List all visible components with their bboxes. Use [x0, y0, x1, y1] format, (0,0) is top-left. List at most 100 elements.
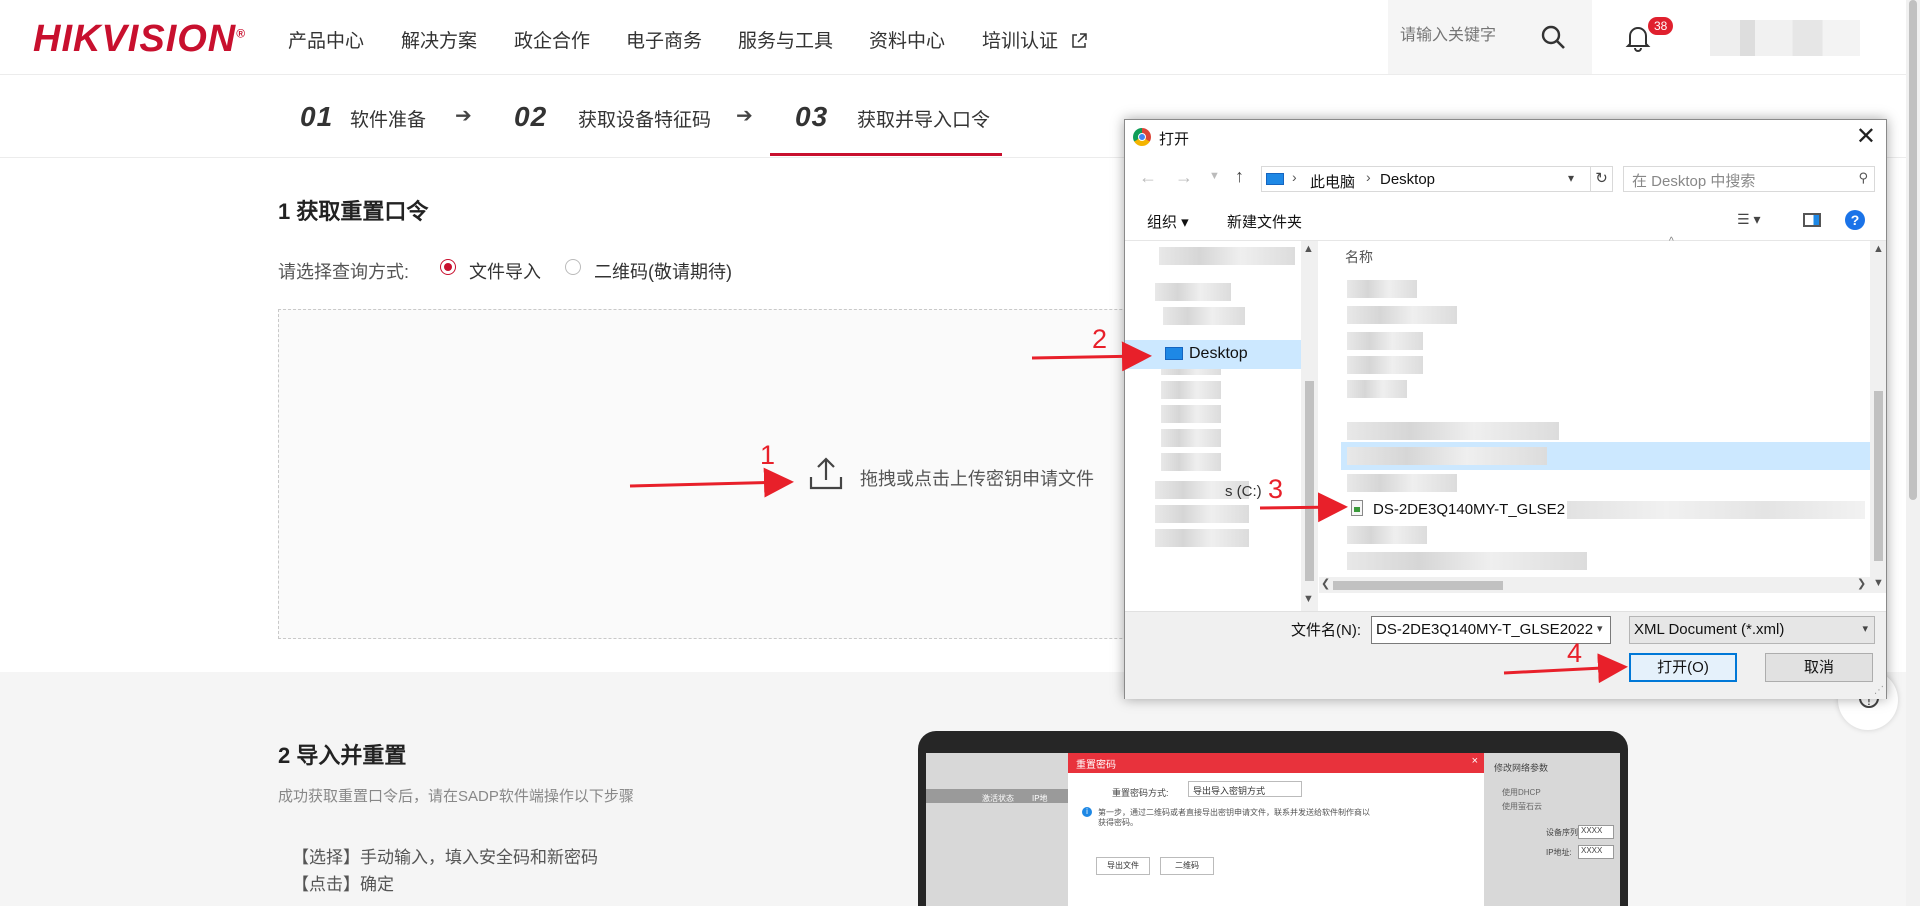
scroll-up-icon[interactable]: ▲ [1303, 243, 1314, 255]
file-list-horizontal-scrollbar[interactable]: ❮ ❯ [1319, 577, 1871, 593]
address-dropdown-icon[interactable]: ▾ [1568, 171, 1574, 185]
logo-registered-mark: ® [236, 26, 247, 41]
filetype-select[interactable]: XML Document (*.xml) ▾ [1629, 616, 1875, 644]
nav-pane-item-blurred[interactable] [1161, 381, 1221, 399]
nav-pane-item-blurred[interactable] [1155, 283, 1231, 301]
file-list-item-blurred[interactable] [1347, 280, 1417, 298]
nav-services-tools[interactable]: 服务与工具 [738, 26, 833, 53]
sadp-method-select: 导出导入密钥方式 [1188, 781, 1302, 797]
breadcrumb-chevron-icon[interactable]: › [1292, 169, 1297, 185]
back-arrow-icon[interactable]: ← [1139, 167, 1157, 188]
file-list-item-blurred[interactable] [1347, 332, 1423, 350]
sadp-description-line-1: 第一步，通过二维码或者直接导出密钥申请文件，联系并发送给软件制作商以 [1098, 808, 1370, 817]
filename-label: 文件名(N): [1291, 622, 1361, 639]
scroll-right-icon[interactable]: ❯ [1857, 577, 1866, 590]
step-1-number: 01 [300, 101, 334, 132]
nav-government[interactable]: 政企合作 [514, 26, 590, 53]
forward-arrow-icon[interactable]: → [1175, 167, 1193, 188]
step-3-label[interactable]: 获取并导入口令 [857, 105, 990, 132]
file-list-item-blurred[interactable] [1347, 306, 1457, 324]
organize-menu-button[interactable]: 组织 ▾ [1147, 211, 1189, 232]
section-2-step-1: 【选择】手动输入，填入安全码和新密码 [292, 848, 598, 867]
sadp-network-title: 修改网络参数 [1494, 763, 1549, 773]
refresh-icon[interactable]: ↻ [1591, 166, 1613, 192]
nav-pane-item-blurred[interactable] [1163, 307, 1245, 325]
nav-pane-drive-c[interactable]: s (C:) [1225, 483, 1262, 500]
column-header-name[interactable]: 名称 [1345, 247, 1373, 267]
dialog-title: 打开 [1159, 131, 1190, 148]
upload-icon[interactable] [808, 455, 844, 491]
nav-pane-item-blurred[interactable] [1161, 429, 1221, 447]
file-list-hscroll-thumb[interactable] [1333, 581, 1503, 590]
step-3-number: 03 [795, 101, 829, 132]
nav-pane-item-blurred[interactable] [1159, 247, 1295, 265]
nav-pane-item-blurred[interactable] [1161, 453, 1221, 471]
cancel-button[interactable]: 取消 [1765, 653, 1873, 682]
nav-products[interactable]: 产品中心 [288, 26, 364, 53]
close-icon[interactable]: ✕ [1856, 122, 1876, 151]
file-list-item-blurred[interactable] [1347, 380, 1407, 398]
search-input[interactable] [1398, 26, 1542, 46]
external-link-icon [1072, 33, 1088, 48]
file-list-item-blurred[interactable] [1347, 422, 1559, 440]
scroll-down-icon[interactable]: ▼ [1873, 577, 1884, 589]
file-list-item-blurred[interactable] [1347, 552, 1587, 570]
file-name-blurred-suffix [1567, 501, 1865, 519]
section-2-subtitle: 成功获取重置口令后，请在SADP软件端操作以下步骤 [278, 788, 634, 805]
filetype-value: XML Document (*.xml) [1634, 621, 1785, 638]
nav-resources[interactable]: 资料中心 [869, 26, 945, 53]
nav-pane-scrollbar[interactable]: ▲ ▼ [1301, 241, 1318, 611]
resize-grip-icon[interactable]: ⋰ [1874, 685, 1884, 696]
up-arrow-icon[interactable]: ↑ [1235, 166, 1244, 187]
user-avatar-blurred[interactable] [1710, 20, 1860, 56]
open-button[interactable]: 打开(O) [1629, 653, 1737, 682]
view-options-icon[interactable]: ☰ ▾ [1737, 211, 1760, 228]
address-bar[interactable]: › 此电脑 › Desktop ▾ [1261, 166, 1591, 192]
step-2-label[interactable]: 获取设备特征码 [578, 105, 711, 132]
monitor-icon [1266, 173, 1284, 185]
breadcrumb-desktop[interactable]: Desktop [1380, 171, 1435, 188]
search-icon[interactable] [1540, 24, 1566, 50]
hikvision-logo[interactable]: HIKVISION® [33, 18, 246, 61]
dropzone-text[interactable]: 拖拽或点击上传密钥申请文件 [860, 465, 1094, 491]
page-scrollbar-thumb[interactable] [1909, 0, 1917, 500]
breadcrumb-this-pc[interactable]: 此电脑 [1310, 171, 1355, 192]
recent-locations-chevron-icon[interactable]: ▼ [1209, 170, 1220, 182]
chrome-icon [1133, 128, 1151, 146]
radio-qrcode[interactable] [565, 259, 581, 275]
sadp-table-col-ip: IP地 [1032, 794, 1048, 803]
nav-pane-item-blurred[interactable] [1155, 529, 1249, 547]
nav-ecommerce[interactable]: 电子商务 [626, 26, 702, 53]
dialog-search-input[interactable]: 在 Desktop 中搜索 ⚲ [1623, 166, 1875, 192]
scroll-down-icon[interactable]: ▼ [1303, 593, 1314, 605]
file-list-item-blurred[interactable] [1347, 526, 1427, 544]
nav-pane-item-blurred[interactable] [1161, 405, 1221, 423]
file-list-item-blurred[interactable] [1347, 474, 1457, 492]
breadcrumb-chevron-icon[interactable]: › [1366, 169, 1371, 185]
file-list-item-target[interactable]: DS-2DE3Q140MY-T_GLSE2 [1373, 501, 1565, 518]
nav-pane-desktop-label[interactable]: Desktop [1189, 345, 1248, 363]
help-icon[interactable]: ? [1845, 210, 1865, 230]
sadp-ip-value: XXXX [1578, 845, 1614, 859]
preview-pane-icon[interactable] [1803, 213, 1821, 227]
new-folder-button[interactable]: 新建文件夹 [1227, 211, 1302, 232]
close-icon: × [1471, 755, 1478, 767]
bell-icon[interactable] [1625, 24, 1651, 52]
nav-pane-item-blurred[interactable] [1155, 505, 1249, 523]
filename-dropdown-icon[interactable]: ▾ [1597, 622, 1603, 635]
radio-file-import[interactable] [440, 259, 456, 275]
search-box [1388, 0, 1592, 74]
nav-training[interactable]: 培训认证 [982, 26, 1088, 53]
file-list-item-blurred[interactable] [1347, 356, 1423, 374]
step-1-label[interactable]: 软件准备 [350, 105, 426, 132]
file-list-item-blurred[interactable] [1347, 447, 1547, 465]
dialog-search-placeholder: 在 Desktop 中搜索 [1632, 173, 1756, 190]
nav-solutions[interactable]: 解决方案 [401, 26, 477, 53]
radio-file-import-label[interactable]: 文件导入 [469, 258, 541, 284]
file-list-scrollbar-thumb[interactable] [1874, 391, 1883, 561]
scroll-up-icon[interactable]: ▲ [1873, 243, 1884, 255]
radio-qrcode-label[interactable]: 二维码(敬请期待) [594, 258, 732, 284]
scroll-left-icon[interactable]: ❮ [1321, 577, 1330, 590]
file-list-vertical-scrollbar[interactable]: ▲ ▼ [1870, 241, 1886, 593]
nav-pane-scrollbar-thumb[interactable] [1305, 381, 1314, 581]
